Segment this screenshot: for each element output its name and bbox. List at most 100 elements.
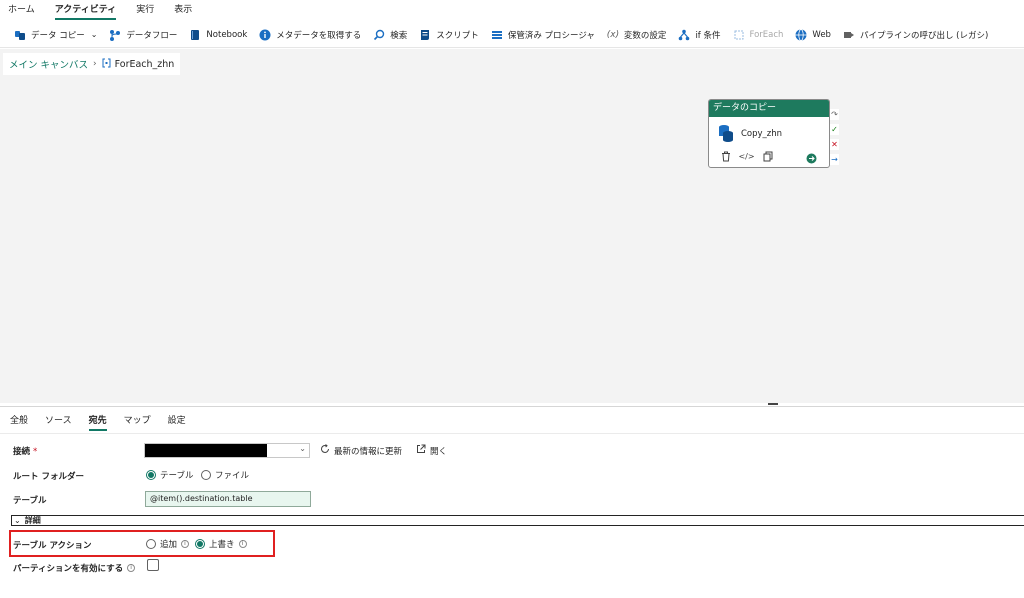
refresh-button[interactable]: 最新の情報に更新: [320, 444, 402, 457]
copy-data-icon: [718, 124, 734, 145]
root-folder-option-table-label: テーブル: [160, 471, 194, 481]
globe-icon: [795, 28, 807, 41]
code-icon[interactable]: </>: [738, 151, 754, 162]
copy-data-label: データ コピー: [31, 30, 85, 41]
panel-resize-handle[interactable]: [768, 403, 778, 405]
pipeline-canvas[interactable]: メイン キャンバス › ForEach_zhn データのコピー Copy_zhn…: [0, 49, 1024, 403]
foreach-icon: [102, 58, 111, 71]
lookup-label: 検索: [390, 30, 408, 41]
open-label: 開く: [430, 446, 448, 457]
activity-name: Copy_zhn: [741, 129, 783, 139]
tab-general[interactable]: 全般: [8, 413, 30, 429]
breadcrumb-current-label: ForEach_zhn: [114, 58, 175, 70]
tab-source[interactable]: ソース: [43, 413, 74, 429]
foreach-button[interactable]: ForEach: [727, 24, 790, 46]
info-icon[interactable]: i: [181, 540, 190, 548]
info-icon[interactable]: i: [127, 564, 136, 572]
variable-icon: (x): [606, 29, 620, 40]
notebook-icon: [189, 29, 201, 41]
dataflow-label: データフロー: [126, 30, 178, 41]
foreach-label: ForEach: [749, 29, 784, 40]
invoke-pipeline-icon: [843, 29, 855, 41]
copy-icon[interactable]: [762, 151, 773, 162]
get-metadata-label: メタデータを取得する: [276, 30, 362, 41]
notebook-button[interactable]: Notebook: [183, 24, 253, 46]
breadcrumb: メイン キャンバス › ForEach_zhn: [3, 53, 181, 75]
if-condition-icon: [678, 29, 690, 41]
root-folder-option-files[interactable]: ファイル: [201, 469, 249, 481]
root-folder-option-table[interactable]: テーブル: [146, 469, 194, 481]
tabs-divider: [0, 433, 1024, 434]
connection-select[interactable]: ⌄: [144, 443, 310, 458]
script-icon: [419, 29, 431, 41]
delete-icon[interactable]: [720, 151, 731, 162]
table-action-overwrite[interactable]: 上書き i: [195, 538, 247, 550]
invoke-pipeline-button[interactable]: パイプラインの呼び出し (レガシ): [837, 24, 994, 46]
fail-port-icon[interactable]: ✕: [830, 139, 839, 150]
get-metadata-button[interactable]: メタデータを取得する: [253, 24, 367, 46]
root-folder-option-files-label: ファイル: [215, 471, 250, 481]
info-icon: [259, 29, 271, 41]
radio-files[interactable]: [201, 470, 211, 480]
ribbon-tabs: ホーム アクティビティ 実行 表示: [0, 0, 1024, 20]
partition-checkbox[interactable]: [147, 559, 159, 571]
info-icon[interactable]: i: [238, 540, 247, 548]
copy-data-icon: [14, 29, 26, 41]
activity-body: Copy_zhn: [709, 117, 829, 145]
chevron-right-icon: ›: [93, 59, 97, 69]
activity-ports: ↷ ✓ ✕ →: [830, 109, 840, 165]
script-button[interactable]: スクリプト: [413, 24, 485, 46]
tab-activities[interactable]: アクティビティ: [54, 0, 117, 20]
set-variable-button[interactable]: (x) 変数の設定: [601, 24, 673, 46]
tab-mapping[interactable]: マップ: [122, 413, 153, 429]
tab-destination[interactable]: 宛先: [87, 413, 109, 431]
chevron-down-icon: ⌄: [14, 516, 21, 525]
web-button[interactable]: Web: [789, 24, 837, 46]
skip-port-icon[interactable]: ↷: [830, 109, 839, 120]
table-action-append-label: 追加: [160, 540, 178, 550]
notebook-label: Notebook: [206, 29, 248, 40]
tab-home[interactable]: ホーム: [8, 0, 35, 20]
success-port-icon[interactable]: ✓: [830, 124, 839, 135]
copy-data-button[interactable]: データ コピー ⌄: [8, 24, 103, 46]
script-label: スクリプト: [436, 30, 479, 41]
invoke-pipeline-label: パイプラインの呼び出し (レガシ): [859, 30, 989, 41]
tab-view[interactable]: 表示: [174, 0, 192, 20]
lookup-button[interactable]: 検索: [367, 24, 413, 46]
completion-port-icon[interactable]: →: [830, 154, 839, 165]
foreach-icon: [733, 29, 745, 41]
if-condition-button[interactable]: if 条件: [672, 24, 726, 46]
details-label: 詳細: [24, 516, 41, 525]
radio-table[interactable]: [146, 470, 156, 480]
stored-procedure-icon: [491, 29, 503, 41]
radio-overwrite[interactable]: [195, 539, 205, 549]
tab-run[interactable]: 実行: [136, 0, 154, 20]
properties-tabs: 全般 ソース 宛先 マップ 設定: [8, 413, 188, 431]
stored-procedure-label: 保管済み プロシージャ: [507, 30, 595, 41]
radio-append[interactable]: [146, 539, 156, 549]
required-mark: *: [32, 447, 38, 457]
refresh-label: 最新の情報に更新: [334, 446, 403, 457]
dataflow-icon: [109, 29, 121, 41]
table-expression-input[interactable]: @item().destination.table: [145, 491, 311, 507]
stored-procedure-button[interactable]: 保管済み プロシージャ: [485, 24, 601, 46]
activity-header: データのコピー: [709, 100, 829, 117]
table-action-append[interactable]: 追加 i: [146, 538, 190, 550]
table-action-overwrite-label: 上書き: [209, 540, 235, 550]
breadcrumb-main-canvas[interactable]: メイン キャンバス: [9, 57, 88, 71]
set-variable-label: 変数の設定: [623, 30, 667, 41]
arrow-right-circle-icon[interactable]: [806, 153, 817, 164]
web-label: Web: [812, 29, 831, 40]
connection-label: 接続 *: [13, 445, 37, 457]
open-button[interactable]: 開く: [416, 444, 447, 457]
partition-label: パーティションを有効にする i: [13, 562, 136, 574]
details-section-toggle[interactable]: ⌄ 詳細: [11, 515, 1024, 526]
table-action-label: テーブル アクション: [13, 541, 92, 551]
connection-redacted: [145, 444, 267, 457]
copy-activity-node[interactable]: データのコピー Copy_zhn </>: [708, 99, 830, 168]
tab-settings[interactable]: 設定: [166, 413, 188, 429]
chevron-down-icon: ⌄: [90, 30, 98, 39]
connection-label-text: 接続: [13, 447, 31, 457]
dataflow-button[interactable]: データフロー: [103, 24, 183, 46]
root-folder-label: ルート フォルダー: [13, 472, 84, 482]
